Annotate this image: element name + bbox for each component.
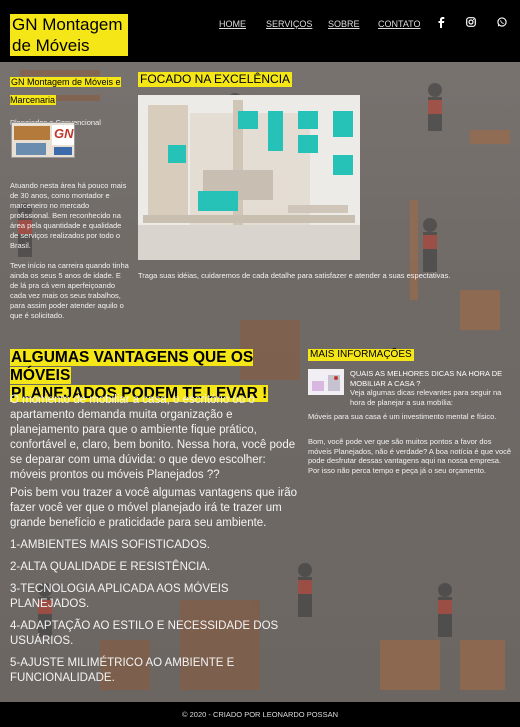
facebook-icon[interactable] xyxy=(437,17,445,31)
site-footer: © 2020 - CRIADO POR LEONARDO POSSAN xyxy=(0,702,520,727)
advantages-paragraph-1: O momento de mobiliar a casa, o escritór… xyxy=(10,394,296,481)
nav-contato[interactable]: CONTATO xyxy=(378,19,421,29)
nav-servicos[interactable]: SERVIÇOS xyxy=(266,19,312,29)
site-logo[interactable]: GN Montagem de Móveis xyxy=(10,14,128,56)
company-badge-image: GN xyxy=(11,122,75,158)
about-column: GN Montagem de Móveis e Marcenaria Plane… xyxy=(10,72,130,321)
advantage-item: 4-ADAPTAÇÃO AO ESTILO E NECESSIDADE DOS … xyxy=(10,620,279,647)
article-headline[interactable]: QUAIS AS MELHORES DICAS NA HORA DE MOBIL… xyxy=(350,369,510,388)
badge-text: GN xyxy=(54,126,74,141)
article-intro: Veja algumas dicas relevantes para segui… xyxy=(350,388,502,407)
focus-title: FOCADO NA EXCELÊNCIA xyxy=(138,72,293,87)
advantage-item: 2-ALTA QUALIDADE E RESISTÊNCIA. xyxy=(10,561,211,573)
more-info-title: MAIS INFORMAÇÕES xyxy=(308,349,414,361)
advantages-title-line-1: ALGUMAS VANTAGENS QUE OS MÓVEIS xyxy=(10,349,254,384)
instagram-icon[interactable] xyxy=(466,17,476,30)
advantage-item: 1-AMBIENTES MAIS SOFISTICADOS. xyxy=(10,539,211,551)
site-header: GN Montagem de Móveis HOME SERVIÇOS SOBR… xyxy=(0,0,520,62)
focus-caption: Traga suas idéias, cuidaremos de cada de… xyxy=(138,271,451,280)
advantage-item: 3-TECNOLOGIA APLICADA AOS MÓVEIS PLANEJA… xyxy=(10,583,229,610)
advantage-item: 5-AJUSTE MILIMÉTRICO AO AMBIENTE E FUNCI… xyxy=(10,657,235,684)
more-info-paragraph-1: Móveis para sua casa é um investimento m… xyxy=(308,412,497,421)
advantages-paragraph-2: Pois bem vou trazer a você algumas vanta… xyxy=(10,487,298,529)
furniture-photo xyxy=(138,95,360,260)
nav-home[interactable]: HOME xyxy=(219,19,246,29)
history-text: Teve início na carreira quando tinha ain… xyxy=(10,261,129,320)
about-text: Atuando nesta área há pouco mais de 30 a… xyxy=(10,181,127,250)
footer-credit: © 2020 - CRIADO POR LEONARDO POSSAN xyxy=(182,710,338,719)
whatsapp-icon[interactable] xyxy=(497,17,507,30)
nav-sobre[interactable]: SOBRE xyxy=(328,19,360,29)
more-info-paragraph-2: Bom, você pode ver que são muitos pontos… xyxy=(308,437,512,475)
company-title: GN Montagem de Móveis e Marcenaria xyxy=(10,77,121,105)
article-thumbnail[interactable] xyxy=(308,369,344,395)
